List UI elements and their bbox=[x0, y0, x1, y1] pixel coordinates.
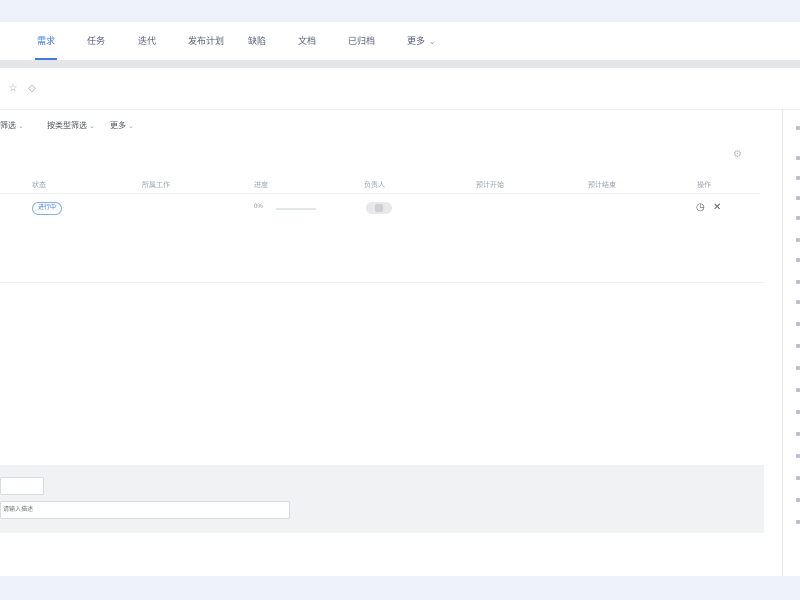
sidebar-item[interactable] bbox=[796, 280, 800, 284]
column-header-end[interactable]: 预计结束 bbox=[588, 180, 616, 190]
top-nav: 需求 任务 迭代 发布计划 缺陷 文档 已归档 更多 ⌄ bbox=[0, 22, 800, 60]
tab-more[interactable]: 更多 ⌄ bbox=[407, 22, 436, 60]
divider-strip bbox=[0, 60, 800, 68]
avatar[interactable] bbox=[366, 202, 392, 214]
top-band bbox=[0, 0, 800, 22]
tab-tasks[interactable]: 任务 bbox=[87, 22, 105, 60]
bottom-band bbox=[0, 576, 800, 600]
clock-icon[interactable]: ◷ bbox=[696, 202, 705, 214]
small-input[interactable] bbox=[0, 477, 44, 495]
sidebar-item[interactable] bbox=[796, 454, 800, 458]
tab-defects[interactable]: 缺陷 bbox=[248, 22, 266, 60]
column-header-work[interactable]: 所属工作 bbox=[142, 180, 170, 190]
column-header-owner[interactable]: 负责人 bbox=[364, 180, 385, 190]
type-filter-dropdown[interactable]: 按类型筛选 ⌄ bbox=[47, 118, 95, 135]
sidebar-item[interactable] bbox=[796, 156, 800, 160]
column-header-actions: 操作 bbox=[697, 182, 711, 189]
sidebar-item[interactable] bbox=[796, 126, 800, 130]
sidebar-item[interactable] bbox=[796, 498, 800, 502]
status-badge[interactable]: 进行中 bbox=[32, 202, 63, 215]
column-header-progress[interactable]: 进度 bbox=[254, 180, 268, 190]
sidebar-item[interactable] bbox=[796, 258, 800, 262]
toolbar: ☆ ◇ bbox=[0, 68, 800, 110]
tab-requirements[interactable]: 需求 bbox=[34, 22, 58, 60]
tab-more-label: 更多 bbox=[407, 36, 426, 46]
filter-bar: 筛选 ⌄ 按类型筛选 ⌄ 更多 ⌄ bbox=[0, 118, 760, 134]
filter-dropdown[interactable]: 筛选 ⌄ bbox=[0, 118, 24, 135]
sidebar-item[interactable] bbox=[796, 476, 800, 480]
filter-label: 筛选 bbox=[0, 121, 16, 130]
column-header-start[interactable]: 预计开始 bbox=[476, 180, 504, 190]
sidebar-item[interactable] bbox=[796, 366, 800, 370]
sidebar-item[interactable] bbox=[796, 410, 800, 414]
tab-release-plan[interactable]: 发布计划 bbox=[188, 22, 224, 60]
sidebar-item[interactable] bbox=[796, 388, 800, 392]
more-filter-label: 更多 bbox=[110, 121, 126, 130]
sidebar-item[interactable] bbox=[796, 196, 800, 200]
sidebar-item[interactable] bbox=[796, 238, 800, 242]
column-header-status[interactable]: 状态 bbox=[32, 180, 46, 190]
chevron-down-icon: ⌄ bbox=[128, 123, 134, 130]
table-row[interactable]: 进行中 0% ◷ ✕ bbox=[0, 196, 760, 222]
table-header: 状态 所属工作 进度 负责人 预计开始 预计结束 操作 bbox=[0, 176, 760, 194]
star-icon[interactable]: ☆ bbox=[7, 83, 19, 95]
description-input[interactable] bbox=[0, 501, 290, 519]
close-icon[interactable]: ✕ bbox=[713, 202, 721, 214]
chevron-down-icon: ⌄ bbox=[429, 37, 436, 46]
more-filter-dropdown[interactable]: 更多 ⌄ bbox=[110, 118, 134, 135]
tab-archived[interactable]: 已归档 bbox=[348, 22, 375, 60]
sidebar-item[interactable] bbox=[796, 432, 800, 436]
settings-icon[interactable]: ⚙ bbox=[733, 150, 743, 160]
progress-bar bbox=[276, 208, 316, 210]
type-filter-label: 按类型筛选 bbox=[47, 121, 87, 130]
sidebar-item[interactable] bbox=[796, 344, 800, 348]
tab-docs[interactable]: 文档 bbox=[298, 22, 316, 60]
bottom-form-panel bbox=[0, 465, 764, 533]
sidebar-item[interactable] bbox=[796, 520, 800, 524]
chevron-down-icon: ⌄ bbox=[18, 123, 24, 130]
progress-text: 0% bbox=[254, 204, 263, 210]
tab-iterations[interactable]: 迭代 bbox=[138, 22, 156, 60]
sidebar-item[interactable] bbox=[796, 300, 800, 304]
link-icon[interactable]: ◇ bbox=[26, 83, 38, 95]
divider bbox=[0, 282, 764, 283]
sidebar-item[interactable] bbox=[796, 216, 800, 220]
chevron-down-icon: ⌄ bbox=[89, 123, 95, 130]
sidebar-item[interactable] bbox=[796, 176, 800, 180]
right-sidebar bbox=[782, 110, 800, 576]
sidebar-item[interactable] bbox=[796, 322, 800, 326]
